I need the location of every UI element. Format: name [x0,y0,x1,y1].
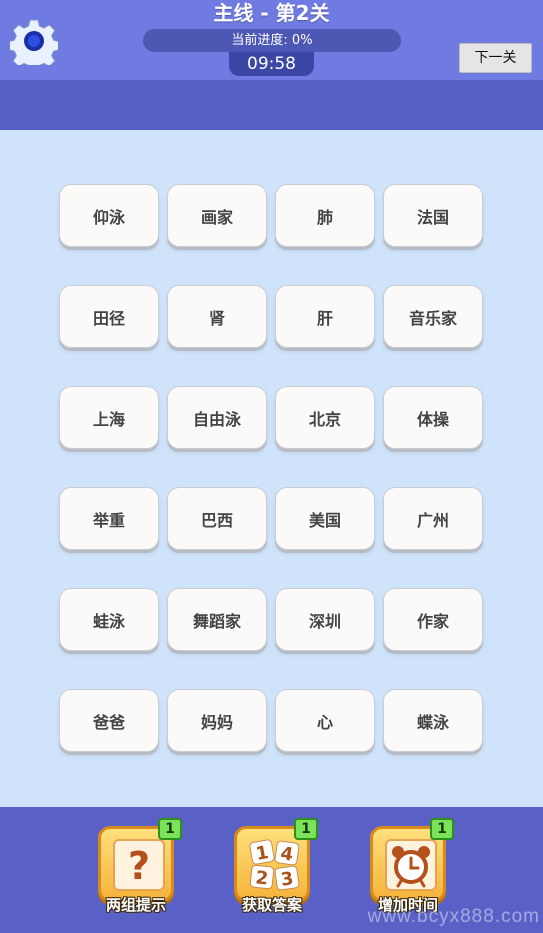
word-tile[interactable]: 蛙泳 [59,588,159,651]
word-tile[interactable]: 蝶泳 [383,689,483,752]
powerup-answer-count: 1 [294,818,318,840]
svg-text:?: ? [128,844,150,888]
word-tile[interactable]: 肾 [167,285,267,348]
word-tile[interactable]: 肺 [275,184,375,247]
word-tile[interactable]: 上海 [59,386,159,449]
alarm-clock-icon [385,839,437,891]
settings-gear-icon[interactable] [7,17,61,72]
powerup-hint-count: 1 [158,818,182,840]
word-tile[interactable]: 肝 [275,285,375,348]
word-tile[interactable]: 美国 [275,487,375,550]
level-title: 主线 - 第2关 [213,1,330,25]
top-bar: 主线 - 第2关 当前进度: 0% 09:58 下一关 [0,0,543,80]
progress-indicator: 当前进度: 0% [143,29,401,52]
word-tile[interactable]: 举重 [59,487,159,550]
word-tile[interactable]: 心 [275,689,375,752]
word-tile[interactable]: 体操 [383,386,483,449]
word-tile[interactable]: 音乐家 [383,285,483,348]
sub-header-bar [0,80,543,130]
word-tile[interactable]: 画家 [167,184,267,247]
word-tile[interactable]: 田径 [59,285,159,348]
watermark-text: www.bcyx888.com [367,906,540,927]
number-tiles-icon: 1 4 2 3 [249,839,301,891]
powerup-time-button[interactable]: 1 增加时间 [370,818,454,914]
word-tile[interactable]: 北京 [275,386,375,449]
word-tile[interactable]: 自由泳 [167,386,267,449]
word-tile[interactable]: 深圳 [275,588,375,651]
powerup-hint-button[interactable]: ? 1 两组提示 [98,818,182,914]
word-tile[interactable]: 舞蹈家 [167,588,267,651]
countdown-timer: 09:58 [229,52,314,76]
word-tile[interactable]: 广州 [383,487,483,550]
question-icon: ? [113,839,165,891]
word-tile[interactable]: 爸爸 [59,689,159,752]
word-tile[interactable]: 妈妈 [167,689,267,752]
word-tile[interactable]: 法国 [383,184,483,247]
powerup-hint-label: 两组提示 [105,896,166,914]
word-tile[interactable]: 作家 [383,588,483,651]
powerup-time-count: 1 [430,818,454,840]
powerup-answer-button[interactable]: 1 4 2 3 1 获取答案 [234,818,318,914]
word-tile-grid: 仰泳 画家肺法国田径肾肝音乐家上海 自由泳 北京 体操举重 巴西 美国 广州蛙泳 舞蹈家 深圳 作家… [59,184,483,752]
powerup-answer-label: 获取答案 [241,896,302,914]
next-level-button[interactable]: 下一关 [459,43,532,73]
word-tile[interactable]: 巴西 [167,487,267,550]
word-tile[interactable]: 仰泳 [59,184,159,247]
digit-tile: 2 [255,867,270,889]
